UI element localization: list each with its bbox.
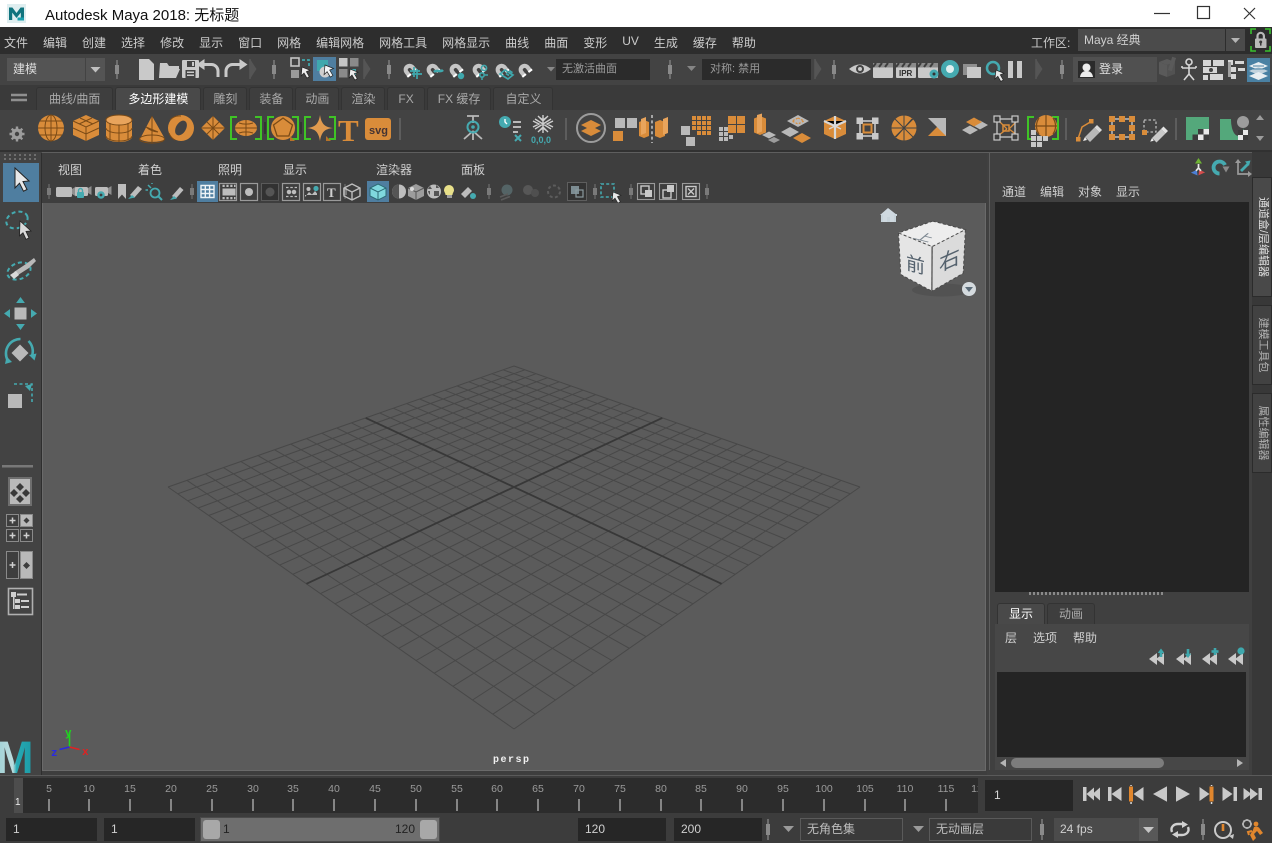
svg-text:115: 115 — [938, 783, 955, 795]
svg-text:0,0,0: 0,0,0 — [531, 135, 551, 145]
svg-text:65: 65 — [532, 783, 544, 795]
svg-text:20: 20 — [165, 783, 177, 795]
svg-text:95: 95 — [777, 783, 789, 795]
svg-text:85: 85 — [695, 783, 707, 795]
svg-text:5: 5 — [46, 783, 52, 795]
svg-text:z: z — [51, 748, 58, 760]
svg-text:1: 1 — [15, 797, 21, 808]
svg-text:15: 15 — [124, 783, 136, 795]
svg-text:30: 30 — [247, 783, 259, 795]
svg-text:105: 105 — [856, 783, 874, 795]
svg-text:y: y — [65, 728, 72, 740]
svg-text:80: 80 — [655, 783, 667, 795]
svg-text:75: 75 — [614, 783, 626, 795]
svg-text:50: 50 — [410, 783, 422, 795]
svg-text:T: T — [327, 185, 336, 200]
svg-text:persp: persp — [493, 755, 531, 766]
svg-text:70: 70 — [573, 783, 585, 795]
svg-text:90: 90 — [736, 783, 748, 795]
svg-text:45: 45 — [369, 783, 381, 795]
svg-text:25: 25 — [206, 783, 218, 795]
svg-text:110: 110 — [897, 783, 914, 795]
svg-text:x: x — [82, 747, 89, 759]
svg-text:35: 35 — [287, 783, 299, 795]
svg-text:60: 60 — [491, 783, 503, 795]
svg-text:100: 100 — [815, 783, 833, 795]
svg-text:40: 40 — [328, 783, 340, 795]
svg-text:svg: svg — [369, 125, 388, 137]
svg-text:55: 55 — [451, 783, 463, 795]
svg-text:10: 10 — [83, 783, 95, 795]
svg-text:IPR: IPR — [899, 69, 913, 78]
svg-text:M: M — [0, 732, 34, 775]
svg-text:T: T — [338, 113, 359, 148]
svg-text:12: 12 — [971, 783, 978, 795]
